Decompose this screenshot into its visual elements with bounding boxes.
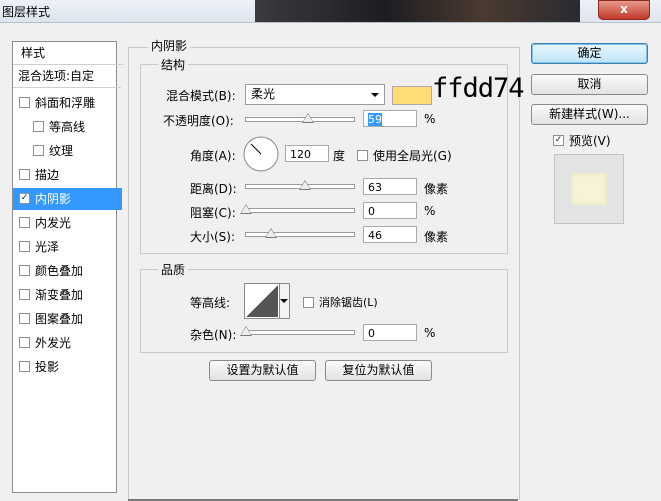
- cancel-button[interactable]: 取消: [531, 74, 648, 95]
- panel-title: 内阴影: [148, 37, 191, 54]
- close-button[interactable]: x: [598, 0, 650, 20]
- size-input[interactable]: 46: [363, 226, 417, 243]
- choke-slider-thumb[interactable]: [240, 204, 252, 214]
- close-icon: x: [620, 2, 628, 16]
- style-list-header[interactable]: 样式: [13, 42, 124, 65]
- size-unit: 像素: [424, 230, 449, 244]
- checkbox[interactable]: [19, 289, 30, 300]
- checkbox[interactable]: [19, 169, 30, 180]
- preview-swatch: [571, 173, 607, 205]
- global-light-option[interactable]: 使用全局光(G): [357, 147, 452, 164]
- choke-slider-track[interactable]: [245, 208, 355, 213]
- sidebar-item-outer-glow[interactable]: 外发光: [13, 332, 122, 354]
- opacity-slider-thumb[interactable]: [302, 113, 314, 123]
- angle-unit: 度: [333, 149, 346, 163]
- preview-box: [554, 154, 624, 224]
- antialias-checkbox[interactable]: [303, 296, 314, 308]
- checkbox[interactable]: [19, 265, 30, 276]
- size-slider-track[interactable]: [245, 232, 355, 237]
- noise-unit: %: [424, 326, 436, 340]
- quality-title: 品质: [158, 261, 189, 278]
- preview-checkbox[interactable]: ✓: [553, 135, 564, 146]
- checkbox[interactable]: [19, 337, 30, 348]
- choke-unit: %: [424, 204, 436, 218]
- checkbox[interactable]: [19, 313, 30, 324]
- color-annotation: ffdd74: [432, 73, 525, 104]
- sidebar-item-drop-shadow[interactable]: 投影: [13, 356, 122, 378]
- blend-mode-label: 混合模式(B):: [166, 89, 236, 103]
- angle-input[interactable]: 120: [285, 145, 329, 162]
- angle-dial[interactable]: [242, 135, 280, 173]
- opacity-input[interactable]: 59: [363, 110, 417, 127]
- contour-picker[interactable]: [244, 283, 290, 319]
- size-label: 大小(S):: [190, 230, 236, 244]
- sidebar-item-inner-shadow[interactable]: ✓ 内阴影: [13, 188, 122, 210]
- title-bar: 图层样式 x: [0, 0, 661, 23]
- noise-label: 杂色(N):: [190, 328, 237, 342]
- checkbox-checked[interactable]: ✓: [19, 193, 30, 204]
- distance-input[interactable]: 63: [363, 178, 417, 195]
- chevron-down-icon: [371, 93, 379, 97]
- checkbox[interactable]: [19, 217, 30, 228]
- checkbox[interactable]: [19, 241, 30, 252]
- contour-preview-icon: [246, 285, 278, 317]
- sidebar-item-contour[interactable]: 等高线: [13, 116, 136, 138]
- angle-label: 角度(A):: [190, 149, 236, 163]
- style-list: 样式 混合选项:自定 斜面和浮雕 等高线 纹理 描边 ✓ 内阴影 内发光 光泽 颜…: [12, 41, 124, 493]
- sidebar-item-gradient-overlay[interactable]: 渐变叠加: [13, 284, 122, 306]
- contour-dropdown-arrow[interactable]: [279, 284, 289, 318]
- global-light-checkbox[interactable]: [357, 150, 368, 161]
- make-default-button[interactable]: 设置为默认值: [209, 360, 316, 381]
- noise-slider-thumb[interactable]: [240, 326, 252, 336]
- ok-button[interactable]: 确定: [531, 43, 648, 64]
- choke-input[interactable]: 0: [363, 202, 417, 219]
- choke-label: 阻塞(C):: [190, 206, 236, 220]
- preview-option[interactable]: ✓ 预览(V): [553, 132, 611, 149]
- checkbox[interactable]: [19, 97, 30, 108]
- chevron-down-icon: [280, 299, 288, 303]
- sidebar-item-bevel-emboss[interactable]: 斜面和浮雕: [13, 92, 122, 114]
- contour-label: 等高线:: [190, 296, 231, 310]
- window-title: 图层样式: [2, 5, 51, 19]
- reset-default-button[interactable]: 复位为默认值: [325, 360, 432, 381]
- opacity-slider-track[interactable]: [245, 117, 355, 122]
- sidebar-item-satin[interactable]: 光泽: [13, 236, 122, 258]
- checkbox[interactable]: [33, 145, 44, 156]
- sidebar-item-blending-options[interactable]: 混合选项:自定: [13, 65, 121, 88]
- checkbox[interactable]: [19, 361, 30, 372]
- new-style-button[interactable]: 新建样式(W)...: [531, 104, 648, 125]
- structure-title: 结构: [158, 56, 189, 73]
- noise-input[interactable]: 0: [363, 324, 417, 341]
- sidebar-item-stroke[interactable]: 描边: [13, 164, 122, 186]
- checkbox[interactable]: [33, 121, 44, 132]
- distance-slider-thumb[interactable]: [299, 180, 311, 190]
- distance-unit: 像素: [424, 182, 449, 196]
- sidebar-item-texture[interactable]: 纹理: [13, 140, 136, 162]
- opacity-unit: %: [424, 112, 436, 126]
- sidebar-item-pattern-overlay[interactable]: 图案叠加: [13, 308, 122, 330]
- distance-label: 距离(D):: [190, 182, 237, 196]
- sidebar-item-color-overlay[interactable]: 颜色叠加: [13, 260, 122, 282]
- shadow-color-swatch[interactable]: [392, 86, 432, 105]
- antialias-option[interactable]: 消除锯齿(L): [303, 294, 378, 310]
- blend-mode-dropdown[interactable]: 柔光: [245, 84, 385, 105]
- opacity-label: 不透明度(O):: [163, 114, 234, 128]
- noise-slider-track[interactable]: [245, 330, 355, 335]
- background-image-strip: [255, 0, 580, 22]
- sidebar-item-inner-glow[interactable]: 内发光: [13, 212, 122, 234]
- size-slider-thumb[interactable]: [265, 228, 277, 238]
